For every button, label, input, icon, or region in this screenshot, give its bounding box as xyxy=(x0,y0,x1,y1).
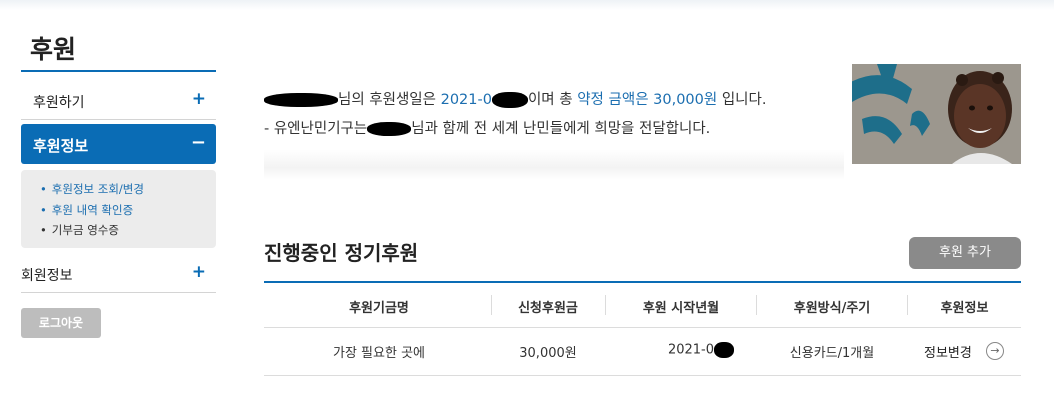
table-bottom-border xyxy=(264,375,1021,376)
pledge-amount: 약정 금액은 30,000원 xyxy=(577,92,718,108)
sidebar-title: 후원 xyxy=(30,35,77,64)
logout-button[interactable]: 로그아웃 xyxy=(21,308,101,338)
cell-method: 신용카드/1개월 xyxy=(789,346,875,361)
cell-start-date-text: 2021-0 xyxy=(667,342,715,358)
sidebar-item-member-info[interactable]: 회원정보 + xyxy=(21,253,216,293)
column-header-start: 후원 시작년월 xyxy=(642,301,720,316)
column-header-fund: 후원기금명 xyxy=(349,301,409,316)
redacted-date xyxy=(714,342,735,358)
submenu-item-view-edit[interactable]: 후원정보 조회/변경 xyxy=(40,181,144,197)
cell-fund: 가장 필요한 곳에 xyxy=(333,346,425,361)
donation-summary-line: 님의 후원생일은 2021-0 이며 총 약정 금액은 30,000원 입니다. xyxy=(264,88,766,109)
sidebar-submenu: 후원정보 조회/변경 후원 내역 확인증 기부금 영수증 xyxy=(21,170,216,248)
donation-message-line: - 유엔난민기구는 님과 함께 전 세계 난민들에게 희망을 전달합니다. xyxy=(264,117,710,138)
sidebar-title-underline xyxy=(21,70,216,72)
submenu-item-receipt[interactable]: 기부금 영수증 xyxy=(40,222,119,238)
column-header-info: 후원정보 xyxy=(940,301,989,316)
redacted-name xyxy=(264,93,338,107)
info-divider-shadow xyxy=(264,150,844,180)
message-suffix: 님과 함께 전 세계 난민들에게 희망을 전달합니다. xyxy=(411,121,711,137)
sidebar-item-donation-info[interactable]: 후원정보 − xyxy=(21,124,216,164)
minus-icon[interactable]: − xyxy=(191,132,206,153)
plus-icon[interactable]: + xyxy=(192,262,206,282)
submenu-item-history[interactable]: 후원 내역 확인증 xyxy=(40,202,133,218)
redacted-name xyxy=(367,122,412,136)
column-header-method: 후원방식/주기 xyxy=(793,301,871,316)
column-header-amount: 신청후원금 xyxy=(518,301,578,316)
cell-start-date: 2021-0 xyxy=(626,342,776,358)
top-shadow-bar xyxy=(0,0,1054,10)
sidebar-item-label: 회원정보 xyxy=(21,268,73,284)
add-donation-button[interactable]: 후원 추가 xyxy=(909,237,1021,269)
summary-mid: 이며 총 xyxy=(527,92,578,108)
donation-start-date: 2021-0 xyxy=(440,92,492,108)
header-bottom-border xyxy=(264,327,1021,328)
refugee-child-photo xyxy=(852,64,1021,164)
message-prefix: 유엔난민기구는 xyxy=(269,121,368,137)
arrow-right-circle-icon[interactable]: → xyxy=(986,342,1004,360)
section-title: 진행중인 정기후원 xyxy=(264,241,419,265)
plus-icon[interactable]: + xyxy=(192,89,206,109)
sidebar-item-donate[interactable]: 후원하기 + xyxy=(21,80,216,120)
info-change-link[interactable]: 정보변경 xyxy=(924,342,972,361)
cell-amount: 30,000원 xyxy=(519,346,577,361)
summary-suffix: 입니다. xyxy=(717,92,767,108)
sidebar-item-label: 후원정보 xyxy=(33,137,89,155)
redacted-date xyxy=(491,92,528,108)
summary-prefix: 님의 후원생일은 xyxy=(338,92,441,108)
sidebar-item-label: 후원하기 xyxy=(33,95,85,111)
table-top-border xyxy=(264,281,1021,283)
